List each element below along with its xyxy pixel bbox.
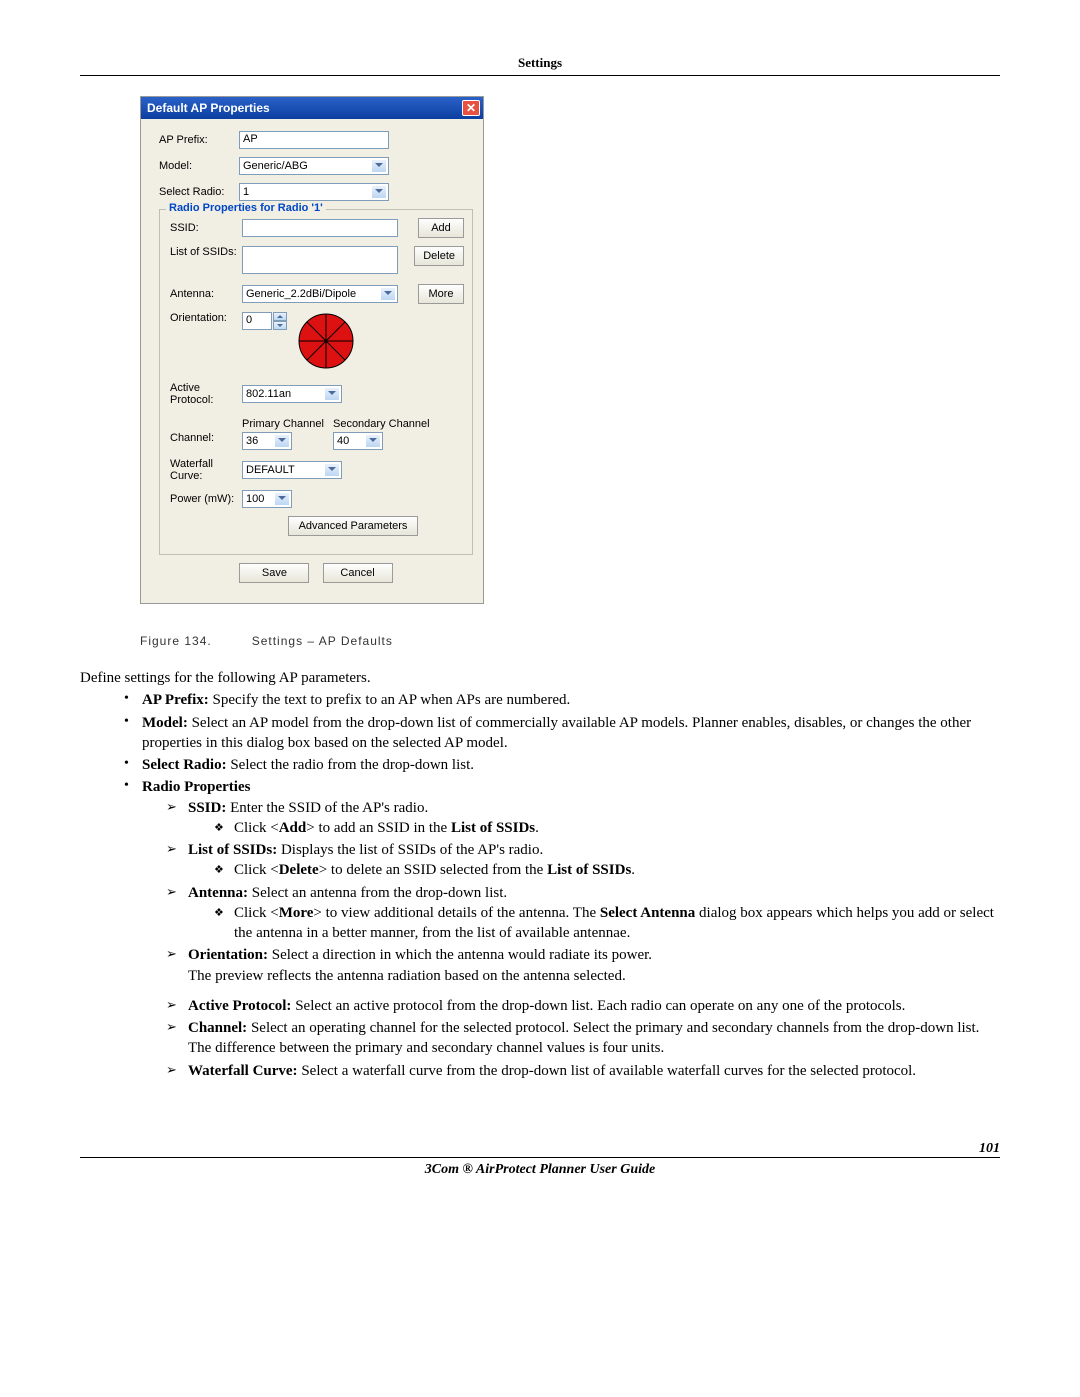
power-label: Power (mW): <box>170 493 242 505</box>
model-label: Model: <box>159 160 239 172</box>
antenna-label: Antenna: <box>170 288 242 300</box>
select-radio-label: Select Radio: <box>159 186 239 198</box>
active-protocol-select[interactable]: 802.11an <box>242 385 342 403</box>
channel-label: Channel: <box>170 418 242 444</box>
radio-properties-fieldset: Radio Properties for Radio '1' SSID: Add… <box>159 209 473 555</box>
waterfall-label: Waterfall Curve: <box>170 458 242 482</box>
model-select[interactable]: Generic/ABG <box>239 157 389 175</box>
ap-prefix-label: AP Prefix: <box>159 134 239 146</box>
cancel-button[interactable]: Cancel <box>323 563 393 583</box>
close-icon[interactable]: ✕ <box>462 100 480 116</box>
page-number: 101 <box>80 1141 1000 1157</box>
fieldset-legend: Radio Properties for Radio '1' <box>166 202 326 214</box>
orientation-stepper[interactable]: 0 <box>242 312 287 330</box>
chevron-down-icon[interactable] <box>273 321 287 330</box>
body-content: Define settings for the following AP par… <box>80 668 1000 1081</box>
chevron-up-icon[interactable] <box>273 312 287 321</box>
primary-channel-select[interactable]: 36 <box>242 432 292 450</box>
select-radio-select[interactable]: 1 <box>239 183 389 201</box>
footer-guide-title: 3Com ® AirProtect Planner User Guide <box>80 1162 1000 1178</box>
ssid-label: SSID: <box>170 222 242 234</box>
antenna-select[interactable]: Generic_2.2dBi/Dipole <box>242 285 398 303</box>
header-rule <box>80 75 1000 76</box>
primary-channel-label: Primary Channel <box>242 418 324 430</box>
secondary-channel-label: Secondary Channel <box>333 418 430 430</box>
antenna-pattern-icon <box>295 312 357 370</box>
power-select[interactable]: 100 <box>242 490 292 508</box>
default-ap-properties-dialog: Default AP Properties ✕ AP Prefix: AP Mo… <box>140 96 484 604</box>
footer-rule <box>80 1157 1000 1158</box>
save-button[interactable]: Save <box>239 563 309 583</box>
ssid-input[interactable] <box>242 219 398 237</box>
active-protocol-label: Active Protocol: <box>170 382 242 406</box>
figure-caption: Figure 134.Settings – AP Defaults <box>140 634 1000 648</box>
header-section-title: Settings <box>80 55 1000 75</box>
orientation-label: Orientation: <box>170 312 242 324</box>
ap-prefix-input[interactable]: AP <box>239 131 389 149</box>
more-button[interactable]: More <box>418 284 464 304</box>
list-ssids-label: List of SSIDs: <box>170 246 242 258</box>
delete-button[interactable]: Delete <box>414 246 464 266</box>
waterfall-select[interactable]: DEFAULT <box>242 461 342 479</box>
dialog-titlebar: Default AP Properties ✕ <box>141 97 483 119</box>
add-button[interactable]: Add <box>418 218 464 238</box>
advanced-parameters-button[interactable]: Advanced Parameters <box>288 516 418 536</box>
list-ssids-listbox[interactable] <box>242 246 398 274</box>
secondary-channel-select[interactable]: 40 <box>333 432 383 450</box>
dialog-title: Default AP Properties <box>147 101 462 115</box>
